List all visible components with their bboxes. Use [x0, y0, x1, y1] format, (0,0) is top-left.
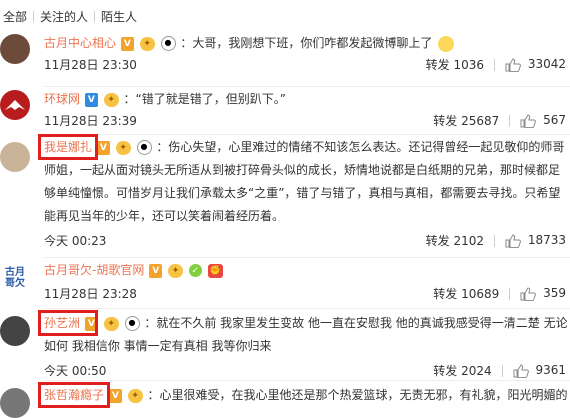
- tab-all[interactable]: 全部: [3, 8, 33, 25]
- thumbs-up-icon: [505, 58, 521, 72]
- like-count: 567: [543, 113, 566, 128]
- fan-badge-icon: ✦: [168, 263, 183, 278]
- fan-badge-icon: ✦: [103, 92, 119, 107]
- comment-item: 我是娜扎 V ✦ ● ：伤心失望，心里难过的情绪不知该怎么表达。还记得曾经一起见…: [0, 134, 570, 256]
- tab-strangers[interactable]: 陌生人: [95, 8, 143, 25]
- comment-text-line: ：就在不久前 我家里发生变故 他一直在安慰我 他的真诚我感受得一清二楚 无论: [144, 316, 568, 330]
- avatar[interactable]: [0, 142, 30, 172]
- like-count: 9361: [535, 363, 566, 378]
- comment-divider: [44, 86, 570, 87]
- fan-badge-icon: ✦: [103, 316, 119, 331]
- like-button[interactable]: 359: [520, 286, 566, 301]
- highlight-box: [38, 310, 98, 336]
- comment-time: 今天 00:50: [44, 364, 107, 378]
- like-count: 18733: [527, 233, 566, 248]
- comment-item: 古月 哥欠 古月哥欠-胡歌官网 V ✦ ✓ ✊ 11月28日 23:28 转发 …: [0, 259, 570, 307]
- comment-text-line: 如何 我相信你 事情一定有真相 我等你归来: [44, 339, 272, 353]
- panda-icon: ●: [160, 36, 176, 51]
- comment-text: ：心里很难受，在我心里他还是那个热爱篮球，无责无邪，有礼貌，阳光明媚的: [147, 388, 568, 402]
- action-divider: [509, 114, 511, 127]
- comment-username[interactable]: 环球网: [44, 92, 80, 106]
- comment-text: ：“错了就是错了，但别趴下。”: [123, 92, 286, 106]
- avatar[interactable]: [0, 90, 30, 120]
- thumbs-up-icon: [520, 114, 537, 128]
- thumbs-up-icon: [505, 234, 521, 248]
- highlight-box: [38, 134, 98, 160]
- verified-badge-icon: V: [96, 140, 110, 155]
- comment-text-line: 师姐，一起从面对镜头无所适从到被打碎骨头似的成长，矫情地说都是白纸期的兄弟，那时…: [44, 163, 561, 177]
- repost-button[interactable]: 转发 25687: [433, 112, 499, 129]
- fan-badge-icon: ✦: [139, 36, 155, 51]
- comment-time: 11月28日 23:28: [44, 287, 137, 301]
- comment-time: 11月28日 23:30: [44, 58, 137, 72]
- like-count: 359: [543, 286, 566, 301]
- comment-text-line: 够单纯憧憬。可惜岁月让我们承载太多“之重”，错了与错了，真相与真相，都需要去寻找…: [44, 186, 561, 200]
- verified-badge-icon: V: [84, 92, 98, 107]
- verified-badge-icon: V: [120, 36, 134, 51]
- check-icon: ✓: [188, 264, 202, 277]
- panda-icon: ●: [136, 140, 152, 155]
- avatar[interactable]: [0, 388, 30, 418]
- eagle-logo-icon: [5, 100, 25, 110]
- comment-divider: [44, 257, 570, 258]
- comment-divider: [44, 134, 570, 135]
- like-button[interactable]: 567: [520, 113, 566, 128]
- comment-text-line: ：伤心失望，心里难过的情绪不知该怎么表达。还记得曾经一起见敬仰的师哥: [156, 140, 565, 154]
- comment-item: 孙艺洲 V ✦ ● ：就在不久前 我家里发生变故 他一直在安慰我 他的真诚我感受…: [0, 310, 570, 380]
- repost-button[interactable]: 转发 1036: [426, 56, 484, 73]
- comment-divider: [44, 308, 570, 309]
- comment-username[interactable]: 古月哥欠-胡歌官网: [44, 263, 144, 277]
- avatar[interactable]: 古月 哥欠: [0, 263, 30, 293]
- comment-text: ：大哥，我刚想下班，你们咋都发起微博聊上了: [180, 36, 433, 50]
- repost-button[interactable]: 转发 2102: [426, 232, 484, 249]
- like-button[interactable]: 18733: [505, 233, 566, 248]
- panda-icon: ●: [124, 316, 140, 331]
- like-count: 33042: [527, 57, 566, 72]
- tab-following[interactable]: 关注的人: [34, 8, 94, 25]
- like-button[interactable]: 33042: [505, 57, 566, 72]
- thumbs-up-icon: [513, 364, 529, 378]
- avatar[interactable]: [0, 316, 30, 346]
- avatar[interactable]: [0, 34, 30, 64]
- fist-icon: ✊: [207, 263, 223, 278]
- repost-button[interactable]: 转发 2024: [433, 362, 491, 379]
- fan-badge-icon: ✦: [115, 140, 131, 155]
- like-button[interactable]: 9361: [513, 363, 566, 378]
- comment-time: 今天 00:23: [44, 234, 107, 248]
- thumbs-up-icon: [520, 287, 537, 301]
- action-divider: [493, 234, 495, 247]
- comment-item: 环球网 V ✦ ：“错了就是错了，但别趴下。” 11月28日 23:39 转发 …: [0, 88, 570, 134]
- avatar-text: 古月 哥欠: [5, 267, 25, 289]
- comment-text-line: 能再见当年的少年，还可以笑着闹着经历着。: [44, 209, 285, 223]
- comment-username[interactable]: 古月中心相心: [44, 36, 116, 50]
- action-divider: [501, 364, 503, 377]
- repost-button[interactable]: 转发 10689: [433, 285, 499, 302]
- highlight-box: [38, 382, 110, 408]
- action-divider: [509, 287, 511, 300]
- comment-time: 11月28日 23:39: [44, 114, 137, 128]
- laughing-emoji-icon: [438, 35, 455, 52]
- verified-badge-icon: V: [108, 388, 122, 403]
- comment-item: 张哲瀚瘾子 V ✦ ：心里很难受，在我心里他还是那个热爱篮球，无责无邪，有礼貌，…: [0, 382, 570, 418]
- verified-badge-icon: V: [149, 263, 163, 278]
- comment-filter-tabs: 全部 关注的人 陌生人: [0, 0, 570, 32]
- comment-divider: [44, 380, 570, 381]
- action-divider: [493, 58, 495, 71]
- fan-badge-icon: ✦: [127, 388, 143, 403]
- comment-item: 古月中心相心 V ✦ ● ：大哥，我刚想下班，你们咋都发起微博聊上了 11月28…: [0, 32, 570, 86]
